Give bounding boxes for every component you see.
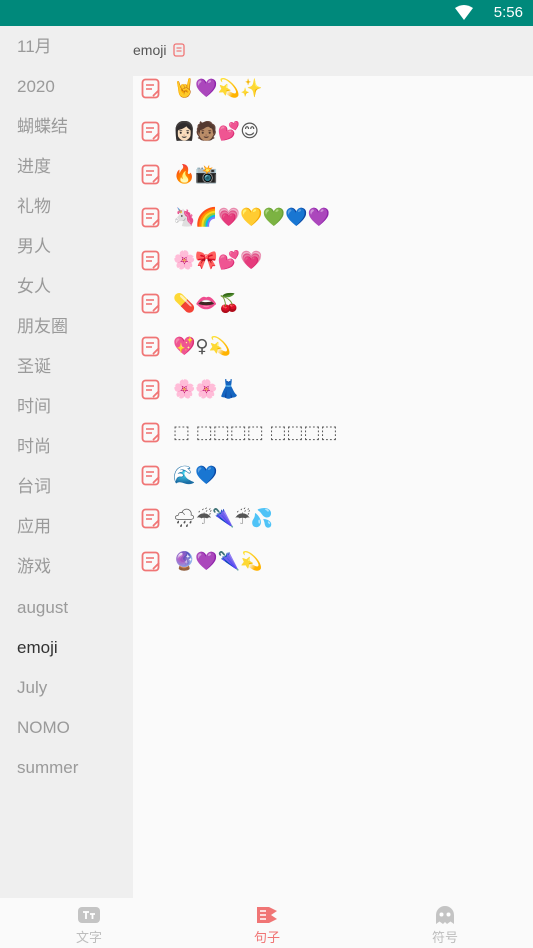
sentence-text: ⬚ ⬚⬚⬚⬚ ⬚⬚⬚⬚: [173, 422, 338, 443]
section-header: emoji: [133, 26, 533, 76]
tab-label: 文字: [75, 931, 102, 946]
note-icon: [141, 250, 160, 271]
bottom-tab-bar: 文字 句子 符号: [0, 898, 533, 948]
list-item[interactable]: 🌧☔🌂☔💦: [133, 506, 533, 549]
list-item[interactable]: 👩🏻🧑🏽💕😊: [133, 119, 533, 162]
sidebar-item[interactable]: 进度: [17, 147, 51, 187]
list-item[interactable]: 🌸🎀💕💗: [133, 248, 533, 291]
tab-symbol[interactable]: 符号: [356, 898, 533, 948]
note-icon: [141, 293, 160, 314]
note-icon: [141, 422, 160, 443]
tab-label: 句子: [253, 931, 280, 946]
sidebar-item[interactable]: 圣诞: [17, 347, 51, 387]
sentence-text: 🌸🎀💕💗: [173, 250, 263, 271]
sentence-text: 👩🏻🧑🏽💕😊: [173, 121, 260, 142]
note-icon: [141, 164, 160, 185]
list-item[interactable]: 🌊💙: [133, 463, 533, 506]
sidebar-item[interactable]: 时尚: [17, 427, 51, 467]
sidebar-item[interactable]: 时间: [17, 387, 51, 427]
sentence-text: 🔥📸: [173, 164, 218, 185]
wifi-icon: [455, 5, 473, 20]
sentence-text: 🦄🌈💗💛💚💙💜: [173, 207, 330, 228]
sentence-text: 🌊💙: [173, 465, 218, 486]
sentence-text: 🌸🌸👗: [173, 379, 241, 400]
note-icon: [141, 207, 160, 228]
list-item[interactable]: 🔥📸: [133, 162, 533, 205]
tab-text[interactable]: 文字: [0, 898, 178, 948]
sentence-text: 🔮💜🌂💫: [173, 551, 263, 572]
category-sidebar: 11月 2020 蝴蝶结 进度 礼物 男人 女人 朋友圈 圣诞 时间 时尚 台词…: [0, 26, 133, 898]
tab-label: 符号: [431, 931, 458, 946]
sidebar-item[interactable]: 台词: [17, 467, 51, 507]
sidebar-item-active[interactable]: emoji: [17, 628, 58, 668]
sidebar-item[interactable]: august: [17, 588, 68, 628]
note-icon: [141, 336, 160, 357]
sidebar-item[interactable]: 男人: [17, 227, 51, 267]
list-item[interactable]: ⬚ ⬚⬚⬚⬚ ⬚⬚⬚⬚: [133, 420, 533, 463]
sidebar-item[interactable]: 11月: [17, 27, 52, 67]
note-icon: [141, 78, 160, 99]
status-bar: 5:56: [0, 0, 533, 26]
sentence-text: 🌧☔🌂☔💦: [173, 508, 273, 529]
list-item[interactable]: 🦄🌈💗💛💚💙💜: [133, 205, 533, 248]
sentence-icon: [257, 907, 277, 923]
list-item[interactable]: 🤘💜💫✨: [133, 76, 533, 119]
note-icon: [141, 465, 160, 486]
note-icon: [141, 551, 160, 572]
sentence-text: 💖♀💫: [173, 336, 232, 357]
status-time: 5:56: [493, 4, 523, 21]
sentence-text: 💊👄🍒: [173, 293, 241, 314]
note-icon: [173, 43, 185, 57]
note-icon: [141, 379, 160, 400]
sidebar-item[interactable]: 礼物: [17, 187, 51, 227]
tab-sentence[interactable]: 句子: [178, 898, 356, 948]
text-icon: [78, 907, 100, 923]
list-item[interactable]: 🌸🌸👗: [133, 377, 533, 420]
sidebar-item[interactable]: 朋友圈: [17, 307, 68, 347]
list-item[interactable]: 💖♀💫: [133, 334, 533, 377]
note-icon: [141, 508, 160, 529]
ghost-icon: [436, 906, 454, 924]
list-item[interactable]: 🔮💜🌂💫: [133, 549, 533, 592]
sidebar-item[interactable]: 应用: [17, 507, 51, 547]
section-title: emoji: [133, 42, 167, 58]
sidebar-item[interactable]: NOMO: [17, 708, 70, 748]
sentence-text: 🤘💜💫✨: [173, 78, 263, 99]
sentence-list: 🤘💜💫✨ 👩🏻🧑🏽💕😊 🔥📸 🦄🌈💗💛💚💙💜 🌸🎀💕💗 💊👄🍒 💖♀💫 🌸🌸👗 …: [133, 76, 533, 898]
sidebar-item[interactable]: 女人: [17, 267, 51, 307]
note-icon: [141, 121, 160, 142]
sidebar-item[interactable]: July: [17, 668, 47, 708]
list-item[interactable]: 💊👄🍒: [133, 291, 533, 334]
sidebar-item[interactable]: summer: [17, 748, 78, 788]
sidebar-item[interactable]: 游戏: [17, 547, 51, 587]
sidebar-item[interactable]: 蝴蝶结: [17, 107, 68, 147]
sidebar-item[interactable]: 2020: [17, 67, 55, 107]
